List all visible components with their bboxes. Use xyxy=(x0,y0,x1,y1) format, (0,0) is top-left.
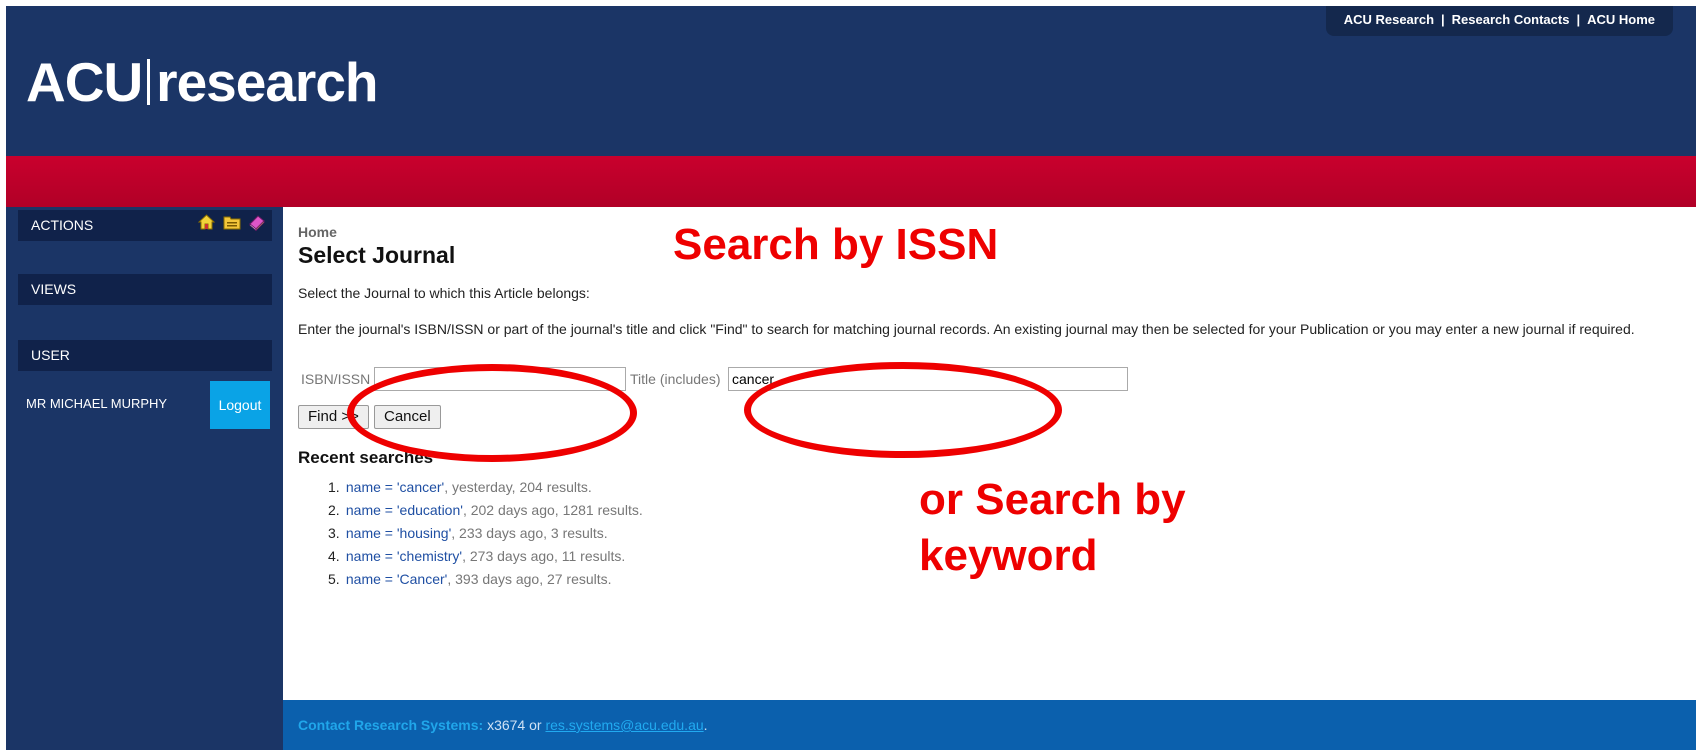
sidebar-views-label: VIEWS xyxy=(31,281,77,297)
sidebar-actions-label: ACTIONS xyxy=(31,217,94,233)
breadcrumb[interactable]: Home xyxy=(298,224,337,240)
logo-separator xyxy=(147,59,151,105)
recent-search-link[interactable]: name = 'housing' xyxy=(346,525,451,541)
recent-search-detail: , 273 days ago, 11 results. xyxy=(462,548,626,564)
recent-search-detail: , yesterday, 204 results. xyxy=(444,479,592,495)
footer-or: or xyxy=(529,717,542,733)
sidebar-user-label: USER xyxy=(31,347,70,363)
logo-research: research xyxy=(156,51,378,113)
list-number: 2. xyxy=(328,502,340,518)
sidebar: ACTIONS VIEWS USER MR MICHAEL MURPHY Log… xyxy=(6,207,283,750)
recent-search-link[interactable]: name = 'education' xyxy=(346,502,463,518)
home-icon[interactable] xyxy=(197,214,216,233)
recent-search-link[interactable]: name = 'Cancer' xyxy=(346,571,447,587)
list-number: 3. xyxy=(328,525,340,541)
isbn-label: ISBN/ISSN xyxy=(301,371,371,387)
recent-search-link[interactable]: name = 'chemistry' xyxy=(346,548,462,564)
recent-search-link[interactable]: name = 'cancer' xyxy=(346,479,444,495)
sidebar-section-actions[interactable]: ACTIONS xyxy=(18,210,272,241)
footer-email-link[interactable]: res.systems@acu.edu.au xyxy=(545,717,703,733)
page-title: Select Journal xyxy=(298,242,456,268)
red-banner xyxy=(6,156,1696,207)
annotation-search-by-issn: Search by ISSN xyxy=(673,220,999,269)
recent-searches-list: 1. name = 'cancer', yesterday, 204 resul… xyxy=(328,479,643,594)
link-research-contacts[interactable]: Research Contacts xyxy=(1452,12,1570,27)
annotation-keyword-line1: or Search by xyxy=(919,475,1186,524)
page-frame: ACU research ACU Research | Research Contac… xyxy=(6,6,1696,750)
annotation-keyword-line2: keyword xyxy=(919,531,1098,580)
annotation-ellipse-title xyxy=(744,362,1062,458)
recent-search-detail: , 393 days ago, 27 results. xyxy=(447,571,612,587)
footer-contact-label: Contact Research Systems: xyxy=(298,717,484,733)
logout-button[interactable]: Logout xyxy=(210,381,270,429)
user-name: MR MICHAEL MURPHY xyxy=(26,396,168,411)
list-number: 4. xyxy=(328,548,340,564)
link-acu-research[interactable]: ACU Research xyxy=(1344,12,1434,27)
intro-text: Select the Journal to which this Article… xyxy=(298,285,590,301)
sidebar-section-views[interactable]: VIEWS xyxy=(18,274,272,305)
link-divider: | xyxy=(1441,12,1445,27)
footer: Contact Research Systems: x3674 or res.s… xyxy=(283,700,1696,750)
list-item: 2. name = 'education', 202 days ago, 128… xyxy=(328,502,643,525)
annotation-search-by-keyword: or Search by keyword xyxy=(919,472,1186,584)
site-header: ACU research ACU Research | Research Contac… xyxy=(6,6,1696,156)
link-acu-home[interactable]: ACU Home xyxy=(1587,12,1655,27)
footer-period: . xyxy=(703,717,708,733)
top-links: ACU Research | Research Contacts | ACU Home xyxy=(1325,6,1673,36)
recent-search-detail: , 202 days ago, 1281 results. xyxy=(462,502,643,518)
instructions-text: Enter the journal's ISBN/ISSN or part of… xyxy=(298,321,1635,337)
list-number: 5. xyxy=(328,571,340,587)
annotation-ellipse-isbn xyxy=(347,364,637,462)
list-number: 1. xyxy=(328,479,340,495)
action-icons xyxy=(197,214,266,233)
recent-search-detail: , 233 days ago, 3 results. xyxy=(451,525,608,541)
list-item: 4. name = 'chemistry', 273 days ago, 11 … xyxy=(328,548,643,571)
book-icon[interactable] xyxy=(247,214,266,233)
logo-acu: ACU xyxy=(26,51,143,113)
list-item: 3. name = 'housing', 233 days ago, 3 res… xyxy=(328,525,643,548)
sidebar-section-user[interactable]: USER xyxy=(18,340,272,371)
title-label: Title (includes) xyxy=(630,371,721,387)
acu-research-logo[interactable]: ACU research xyxy=(26,50,379,114)
list-item: 1. name = 'cancer', yesterday, 204 resul… xyxy=(328,479,643,502)
link-divider: | xyxy=(1576,12,1581,27)
footer-phone: x3674 xyxy=(487,717,526,733)
list-item: 5. name = 'Cancer', 393 days ago, 27 res… xyxy=(328,571,643,594)
folder-icon[interactable] xyxy=(222,214,241,233)
